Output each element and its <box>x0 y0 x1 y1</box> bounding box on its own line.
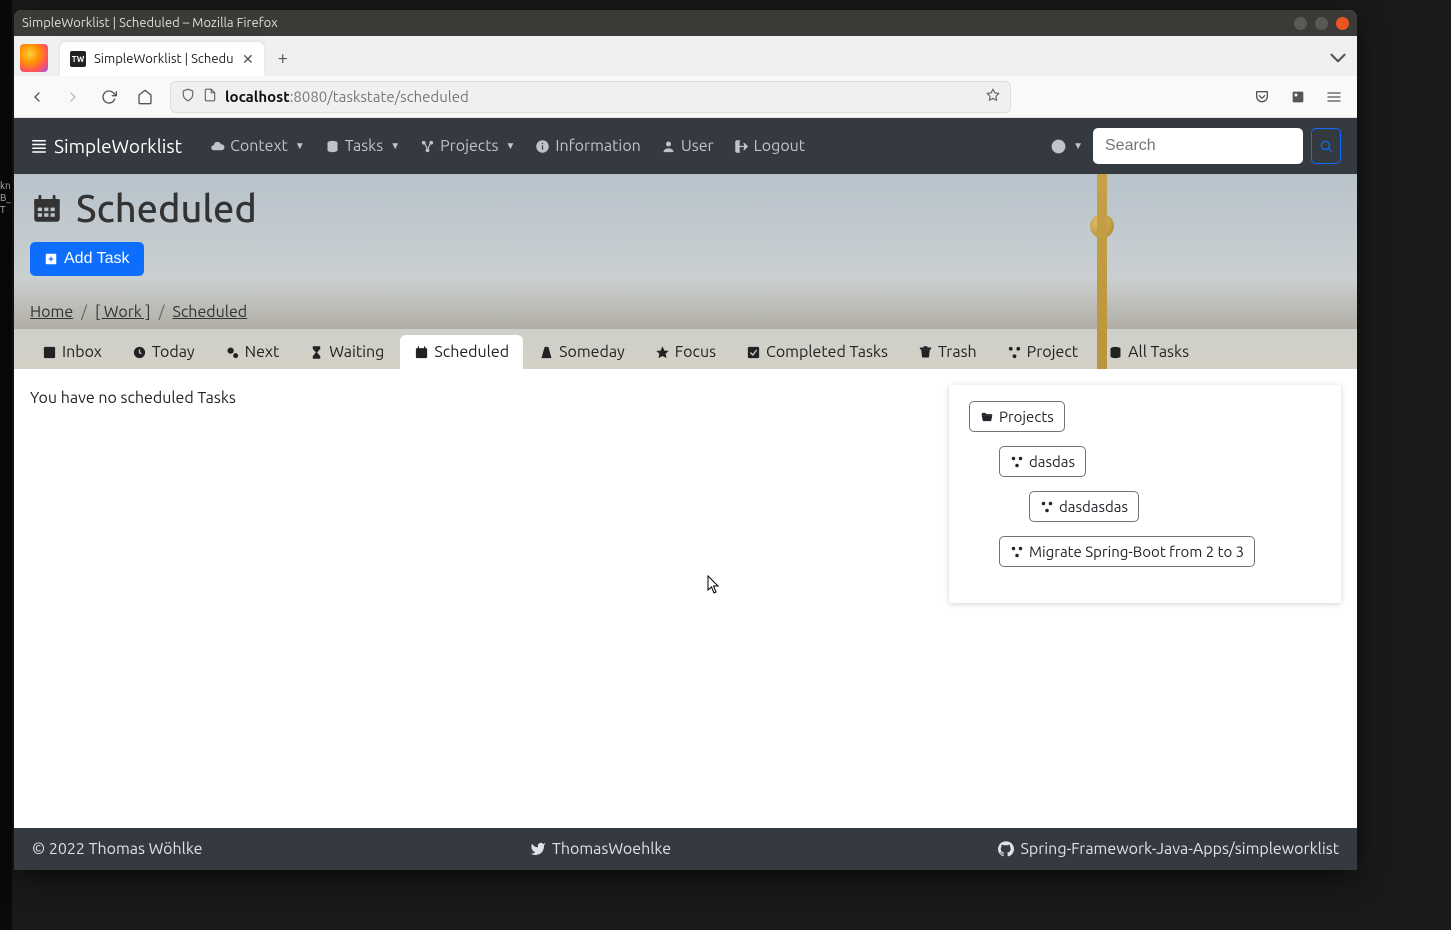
content-area: You have no scheduled Tasks Projects das… <box>14 369 1357 829</box>
site-info-icon[interactable] <box>203 88 217 105</box>
firefox-window: SimpleWorklist | Scheduled – Mozilla Fir… <box>14 10 1357 870</box>
github-icon <box>998 841 1014 857</box>
footer-twitter-link[interactable]: ThomasWoehlke <box>530 840 671 858</box>
window-minimize-button[interactable] <box>1294 17 1307 30</box>
app-navbar: SimpleWorklist Context▼ Tasks▼ Projects▼… <box>14 118 1357 174</box>
nav-projects-dropdown[interactable]: Projects▼ <box>410 118 525 174</box>
nav-reload-button[interactable] <box>94 82 124 112</box>
window-titlebar: SimpleWorklist | Scheduled – Mozilla Fir… <box>14 10 1357 36</box>
url-bar[interactable]: localhost:8080/taskstate/scheduled <box>170 81 1011 113</box>
plus-icon <box>44 252 58 266</box>
calendar-small-icon <box>414 345 429 360</box>
project-item[interactable]: dasdas <box>999 446 1086 477</box>
tab-next[interactable]: Next <box>211 335 294 369</box>
folder-open-icon <box>980 410 994 424</box>
tab-project[interactable]: Project <box>993 335 1092 369</box>
page-title: Scheduled <box>30 188 1341 230</box>
inbox-icon <box>42 345 57 360</box>
hourglass-icon <box>309 345 324 360</box>
project-item[interactable]: Migrate Spring-Boot from 2 to 3 <box>999 536 1255 567</box>
tab-inbox[interactable]: Inbox <box>28 335 116 369</box>
breadcrumb: Home / [ Work ] / Scheduled <box>30 303 247 321</box>
database-icon <box>1108 345 1123 360</box>
breadcrumb-home[interactable]: Home <box>30 303 73 321</box>
window-maximize-button[interactable] <box>1315 17 1328 30</box>
tab-favicon-icon: TW <box>70 51 86 67</box>
project-icon <box>1007 345 1022 360</box>
nav-logout-link[interactable]: Logout <box>724 118 816 174</box>
tab-someday[interactable]: Someday <box>525 335 639 369</box>
nav-tasks-dropdown[interactable]: Tasks▼ <box>315 118 410 174</box>
browser-tabstrip: TW SimpleWorklist | Schedule ✕ + <box>14 36 1357 76</box>
tracking-shield-icon[interactable] <box>181 88 195 105</box>
browser-toolbar: localhost:8080/taskstate/scheduled <box>14 76 1357 118</box>
nav-context-dropdown[interactable]: Context▼ <box>200 118 315 174</box>
new-tab-button[interactable]: + <box>270 45 296 71</box>
brand-label: SimpleWorklist <box>54 135 182 157</box>
pocket-button[interactable] <box>1247 82 1277 112</box>
page-hero: Scheduled Add Task Home / [ Work ] / Sch… <box>14 174 1357 369</box>
navbar-search-input[interactable] <box>1093 128 1303 164</box>
breadcrumb-current[interactable]: Scheduled <box>172 303 247 321</box>
add-task-button[interactable]: Add Task <box>30 242 144 276</box>
calendar-icon <box>30 192 64 226</box>
nav-home-button[interactable] <box>130 82 160 112</box>
nav-language-dropdown[interactable]: ▼ <box>1041 118 1093 174</box>
breadcrumb-context[interactable]: [ Work ] <box>95 303 151 321</box>
window-close-button[interactable] <box>1336 17 1349 30</box>
twitter-icon <box>530 841 546 857</box>
road-icon <box>539 345 554 360</box>
clock-icon <box>132 345 147 360</box>
bookmark-star-icon[interactable] <box>986 88 1000 105</box>
browser-tab-active[interactable]: TW SimpleWorklist | Schedule ✕ <box>60 42 264 76</box>
empty-state-text: You have no scheduled Tasks <box>14 369 949 829</box>
tab-scheduled[interactable]: Scheduled <box>400 335 523 369</box>
check-square-icon <box>746 345 761 360</box>
navbar-search-button[interactable] <box>1311 128 1341 164</box>
window-title: SimpleWorklist | Scheduled – Mozilla Fir… <box>22 16 278 30</box>
project-node-icon <box>1010 455 1024 469</box>
extension-button[interactable] <box>1283 82 1313 112</box>
tab-today[interactable]: Today <box>118 335 209 369</box>
star-icon <box>655 345 670 360</box>
app-footer: © 2022 Thomas Wöhlke ThomasWoehlke Sprin… <box>14 828 1357 870</box>
tab-focus[interactable]: Focus <box>641 335 730 369</box>
nav-back-button[interactable] <box>22 82 52 112</box>
tab-trash[interactable]: Trash <box>904 335 991 369</box>
projects-root-button[interactable]: Projects <box>969 401 1065 432</box>
trash-icon <box>918 345 933 360</box>
tabs-dropdown-button[interactable] <box>1325 45 1351 71</box>
project-node-icon <box>1040 500 1054 514</box>
projects-panel: Projects dasdas dasdasdas <box>949 385 1341 603</box>
brand-link[interactable]: SimpleWorklist <box>30 135 182 157</box>
tab-completed[interactable]: Completed Tasks <box>732 335 902 369</box>
app-menu-button[interactable] <box>1319 82 1349 112</box>
firefox-logo-icon <box>20 44 48 72</box>
cogs-icon <box>225 345 240 360</box>
tab-close-icon[interactable]: ✕ <box>242 51 254 68</box>
footer-github-link[interactable]: Spring-Framework-Java-Apps/simpleworklis… <box>998 840 1339 858</box>
tab-waiting[interactable]: Waiting <box>295 335 398 369</box>
footer-copyright: © 2022 Thomas Wöhlke <box>32 840 203 858</box>
page-viewport: SimpleWorklist Context▼ Tasks▼ Projects▼… <box>14 118 1357 870</box>
url-text: localhost:8080/taskstate/scheduled <box>225 88 469 105</box>
nav-user-link[interactable]: User <box>651 118 724 174</box>
taskstate-tabs: Inbox Today Next Waiting Scheduled <box>28 329 1343 369</box>
project-node-icon <box>1010 545 1024 559</box>
nav-information-link[interactable]: Information <box>525 118 650 174</box>
nav-forward-button[interactable] <box>58 82 88 112</box>
tab-all[interactable]: All Tasks <box>1094 335 1203 369</box>
project-item[interactable]: dasdasdas <box>1029 491 1139 522</box>
tab-title: SimpleWorklist | Schedule <box>94 52 234 66</box>
